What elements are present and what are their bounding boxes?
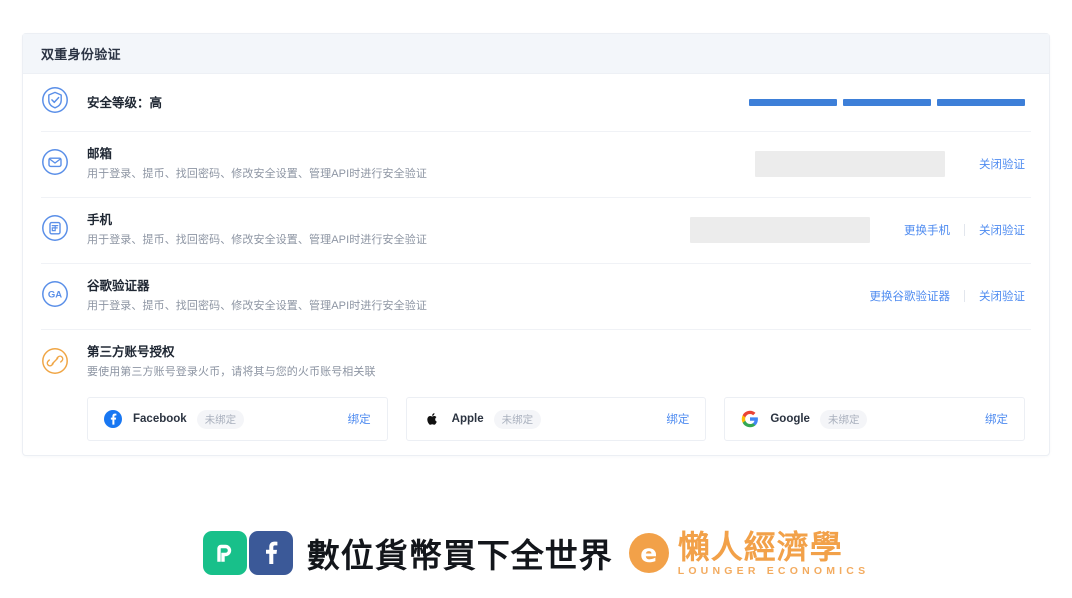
google-authenticator-row: GA 谷歌验证器 用于登录、提币、找回密码、修改安全设置、管理API时进行安全验… xyxy=(23,263,1049,329)
google-authenticator-text: 谷歌验证器 用于登录、提币、找回密码、修改安全设置、管理API时进行安全验证 xyxy=(87,277,856,315)
page-title: 双重身份验证 xyxy=(41,47,121,62)
email-close-verification-link[interactable]: 关闭验证 xyxy=(965,156,1025,172)
apple-icon xyxy=(423,410,441,428)
provider-list: Facebook 未绑定 绑定 Apple 未绑定 绑定 Google 未绑定 … xyxy=(87,397,1026,441)
security-level-icon-cell xyxy=(41,86,87,119)
security-level-text: 安全等级：高 xyxy=(87,94,749,112)
lounger-logo-cn: 懶人經濟學 xyxy=(677,527,843,566)
provider-card-google[interactable]: Google 未绑定 绑定 xyxy=(724,397,1026,441)
provider-status-apple: 未绑定 xyxy=(493,409,542,429)
phone-actions: 更换手机 关闭验证 xyxy=(690,217,1025,243)
security-level-bar-3 xyxy=(937,99,1025,106)
google-authenticator-actions: 更换谷歌验证器 关闭验证 xyxy=(856,288,1025,304)
email-icon-cell xyxy=(41,148,87,181)
lounger-logo-en: LOUNGER ECONOMICS xyxy=(677,564,870,577)
facebook-icon xyxy=(248,531,293,575)
phone-title: 手机 xyxy=(87,213,113,227)
provider-name-apple: Apple xyxy=(451,413,484,425)
security-level-label: 安全等级： xyxy=(87,95,150,110)
phone-masked-value xyxy=(690,217,870,243)
security-level-row: 安全等级：高 xyxy=(23,74,1049,131)
card-header: 双重身份验证 xyxy=(23,34,1049,74)
security-level-value: 高 xyxy=(149,95,163,110)
google-icon xyxy=(741,410,759,428)
provider-bind-button-google[interactable]: 绑定 xyxy=(985,411,1008,427)
email-text: 邮箱 用于登录、提币、找回密码、修改安全设置、管理API时进行安全验证 xyxy=(87,145,755,183)
email-masked-value xyxy=(755,151,945,177)
third-party-description: 要使用第三方账号登录火币，请将其与您的火币账号相关联 xyxy=(87,366,376,378)
provider-name-facebook: Facebook xyxy=(133,413,187,425)
ga-circle-icon: GA xyxy=(41,280,69,313)
email-description: 用于登录、提币、找回密码、修改安全设置、管理API时进行安全验证 xyxy=(87,168,427,180)
google-authenticator-title: 谷歌验证器 xyxy=(87,279,150,293)
two-factor-auth-card: 双重身份验证 安全等级：高 邮箱 用于登录、提币、找回密码、修改安全设置、管理A… xyxy=(22,33,1050,456)
provider-name-google: Google xyxy=(770,413,810,425)
lounger-logo-mark: e xyxy=(628,533,669,573)
change-phone-link[interactable]: 更换手机 xyxy=(890,222,964,238)
mobile-phone-icon xyxy=(41,214,69,247)
lounger-economics-logo: e 懶人經濟學 LOUNGER ECONOMICS xyxy=(628,530,870,577)
phone-close-verification-link[interactable]: 关闭验证 xyxy=(965,222,1025,238)
shield-check-icon xyxy=(41,86,69,119)
line-app-icon xyxy=(202,531,247,575)
phone-description: 用于登录、提币、找回密码、修改安全设置、管理API时进行安全验证 xyxy=(87,234,427,246)
phone-text: 手机 用于登录、提币、找回密码、修改安全设置、管理API时进行安全验证 xyxy=(87,211,690,249)
watermark-banner: 數位貨幣買下全世界 e 懶人經濟學 LOUNGER ECONOMICS xyxy=(0,518,1072,588)
provider-status-google: 未绑定 xyxy=(819,409,868,429)
phone-icon-cell xyxy=(41,214,87,247)
provider-bind-button-facebook[interactable]: 绑定 xyxy=(348,411,371,427)
email-actions: 关闭验证 xyxy=(755,151,1025,177)
security-level-bar-2 xyxy=(843,99,931,106)
security-level-bar-1 xyxy=(749,99,837,106)
third-party-icon-cell xyxy=(41,343,87,380)
provider-bind-button-apple[interactable]: 绑定 xyxy=(666,411,689,427)
third-party-content: 第三方账号授权 要使用第三方账号登录火币，请将其与您的火币账号相关联 Faceb… xyxy=(87,343,1026,441)
facebook-icon xyxy=(104,410,122,428)
google-authenticator-close-verification-link[interactable]: 关闭验证 xyxy=(965,288,1025,304)
third-party-title: 第三方账号授权 xyxy=(87,345,175,359)
google-authenticator-icon-cell: GA xyxy=(41,280,87,313)
lounger-logo-text: 懶人經濟學 LOUNGER ECONOMICS xyxy=(678,530,870,577)
svg-text:GA: GA xyxy=(48,289,62,300)
change-google-authenticator-link[interactable]: 更换谷歌验证器 xyxy=(856,288,965,304)
email-title: 邮箱 xyxy=(87,147,113,161)
watermark-headline: 數位貨幣買下全世界 xyxy=(306,536,613,575)
provider-card-facebook[interactable]: Facebook 未绑定 绑定 xyxy=(87,397,388,441)
security-level-bars xyxy=(749,99,1025,106)
link-chain-icon xyxy=(41,347,69,380)
phone-row: 手机 用于登录、提币、找回密码、修改安全设置、管理API时进行安全验证 更换手机… xyxy=(23,197,1049,263)
email-row: 邮箱 用于登录、提币、找回密码、修改安全设置、管理API时进行安全验证 关闭验证 xyxy=(23,131,1049,197)
provider-card-apple[interactable]: Apple 未绑定 绑定 xyxy=(405,397,707,441)
provider-status-facebook: 未绑定 xyxy=(196,409,245,429)
envelope-icon xyxy=(41,148,69,181)
google-authenticator-description: 用于登录、提币、找回密码、修改安全设置、管理API时进行安全验证 xyxy=(87,300,427,312)
third-party-auth-row: 第三方账号授权 要使用第三方账号登录火币，请将其与您的火币账号相关联 Faceb… xyxy=(23,329,1049,455)
